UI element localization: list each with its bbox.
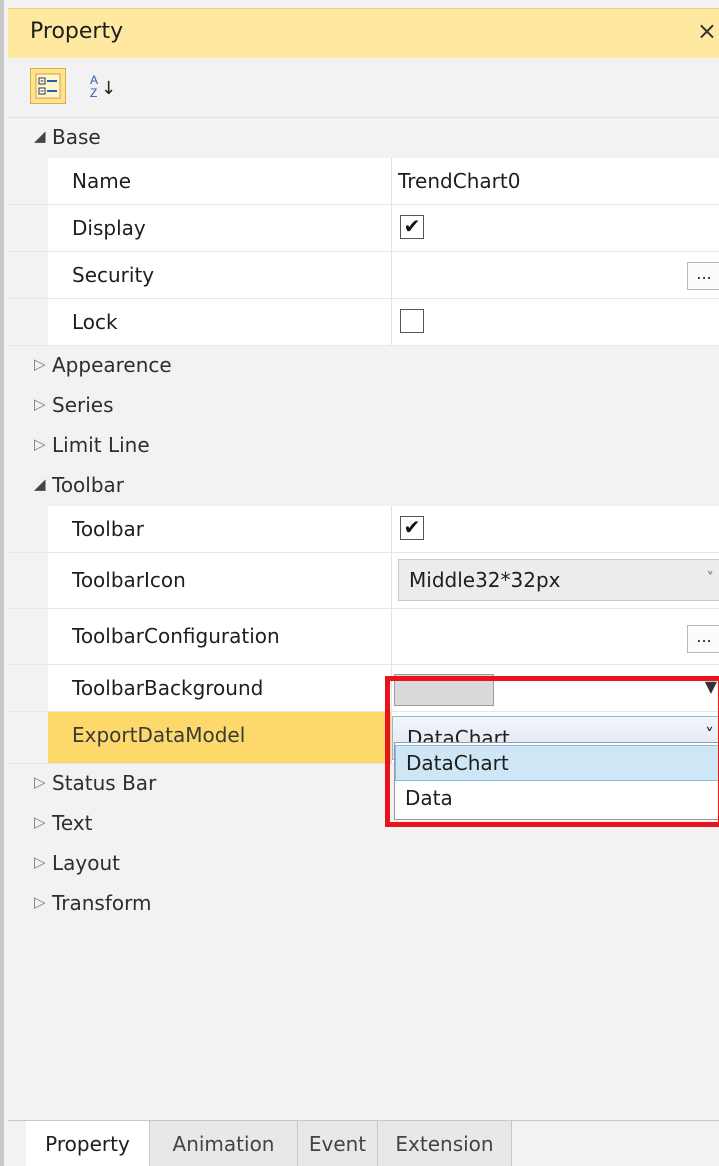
category-appearence[interactable]: ▷ Appearence [8,346,719,386]
expand-arrow-icon[interactable]: ◢ [34,127,46,145]
select-value: Middle32*32px [409,568,561,592]
category-base[interactable]: ◢ Base [8,118,719,158]
collapsed-arrow-icon[interactable]: ▷ [34,355,46,373]
category-label: Toolbar [52,473,125,497]
toolbar-checkbox[interactable]: ✔ [400,516,424,540]
category-toolbar[interactable]: ◢ Toolbar [8,466,719,506]
property-label: Display [72,216,146,240]
svg-text:↓: ↓ [101,78,116,99]
property-label: Lock [72,310,118,334]
security-ellipsis-button[interactable]: ... [687,262,719,290]
property-row-display[interactable]: Display ✔ [8,205,719,252]
property-label: Toolbar [72,517,145,541]
category-label: Series [52,393,114,417]
category-label: Appearence [52,353,172,377]
collapsed-arrow-icon[interactable]: ▷ [34,893,46,911]
category-label: Limit Line [52,433,150,457]
tab-event[interactable]: Event [298,1121,378,1166]
property-label: ExportDataModel [72,723,246,747]
property-label: Security [72,263,155,287]
categorized-view-icon [35,73,61,99]
configuration-ellipsis-button[interactable]: ... [687,625,719,653]
category-limit-line[interactable]: ▷ Limit Line [8,426,719,466]
property-label: Name [72,169,132,193]
sort-alphabetical-button[interactable]: A Z ↓ [84,68,120,104]
chevron-down-icon[interactable]: ˅ [707,569,715,587]
property-row-name[interactable]: Name TrendChart0 [8,158,719,205]
category-label: Text [52,811,93,835]
title-bar: Property × [8,8,719,58]
category-layout[interactable]: ▷ Layout [8,844,719,884]
property-row-toolbar-configuration[interactable]: ToolbarConfiguration ... [8,609,719,665]
tab-animation[interactable]: Animation [150,1121,298,1166]
tab-property[interactable]: Property [26,1121,150,1166]
dropdown-option-data[interactable]: Data [395,781,719,817]
collapsed-arrow-icon[interactable]: ▷ [34,773,46,791]
lock-checkbox[interactable] [400,309,424,333]
display-checkbox[interactable]: ✔ [400,215,424,239]
expand-arrow-icon[interactable]: ◢ [34,475,46,493]
property-label: ToolbarBackground [72,676,264,700]
category-label: Base [52,125,101,149]
property-row-toolbar[interactable]: Toolbar ✔ [8,506,719,553]
export-data-model-dropdown: DataChart Data [394,742,719,820]
property-label: ToolbarConfiguration [72,624,280,648]
collapsed-arrow-icon[interactable]: ▷ [34,813,46,831]
svg-text:Z: Z [90,86,97,100]
grid-toolbar: A Z ↓ [8,58,719,118]
property-panel: Property × A Z ↓ ◢ Base Name TrendChart0… [0,0,719,1166]
toolbar-icon-select[interactable]: Middle32*32px ˅ [398,559,719,601]
svg-text:A: A [90,73,98,87]
property-row-toolbar-background[interactable]: ToolbarBackground ▼ [8,665,719,712]
color-swatch[interactable] [394,674,494,706]
property-label: ToolbarIcon [72,568,186,592]
categorized-view-button[interactable] [30,68,66,104]
category-series[interactable]: ▷ Series [8,386,719,426]
bottom-tab-bar: Property Animation Event Extension [8,1120,719,1166]
property-row-toolbar-icon[interactable]: ToolbarIcon Middle32*32px ˅ [8,553,719,609]
collapsed-arrow-icon[interactable]: ▷ [34,435,46,453]
property-row-lock[interactable]: Lock [8,299,719,346]
category-label: Layout [52,851,120,875]
collapsed-arrow-icon[interactable]: ▷ [34,395,46,413]
collapsed-arrow-icon[interactable]: ▷ [34,853,46,871]
sort-alphabetical-icon: A Z ↓ [90,73,116,100]
close-icon[interactable]: × [697,17,717,45]
dropdown-arrow-icon[interactable]: ▼ [705,677,717,696]
category-transform[interactable]: ▷ Transform [8,884,719,924]
property-row-security[interactable]: Security ... [8,252,719,299]
dropdown-option-datachart[interactable]: DataChart [395,745,719,781]
tab-extension[interactable]: Extension [378,1121,512,1166]
panel-title: Property [30,19,124,44]
name-value[interactable]: TrendChart0 [398,169,520,193]
category-label: Status Bar [52,771,157,795]
category-label: Transform [52,891,152,915]
